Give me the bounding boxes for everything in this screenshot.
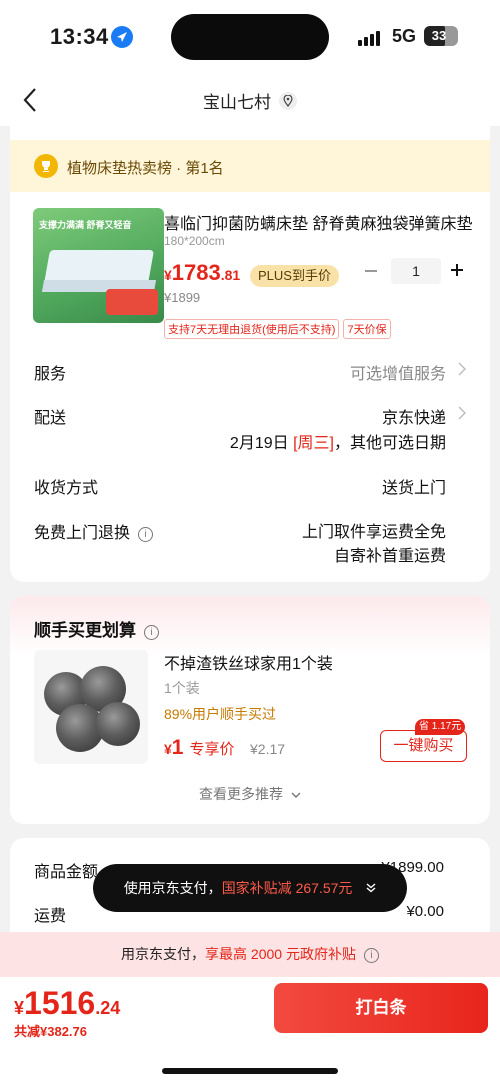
addon-original-price: ¥2.17: [250, 741, 286, 757]
info-icon[interactable]: i: [144, 625, 159, 640]
free-return-label: 免费上门退换 i: [34, 519, 154, 543]
total-price: ¥1516.24: [14, 985, 121, 1021]
original-price: ¥1899: [164, 290, 201, 305]
checkout-bar: ¥1516.24 共减¥382.76 打白条: [0, 977, 500, 1084]
addon-title: 顺手买更划算 i: [34, 616, 159, 641]
home-indicator[interactable]: [162, 1068, 338, 1074]
addon-card: 顺手买更划算 i 不掉渣铁丝球家用1个装 1个装 89%用户顺手买过 ¥1 专享价 …: [10, 596, 490, 824]
product-image[interactable]: 支撑力满满 舒脊又轻音: [33, 208, 164, 323]
pay-button[interactable]: 打白条: [274, 983, 488, 1033]
status-time: 13:34: [50, 24, 109, 49]
location-arrow-icon: [111, 26, 133, 48]
chevron-down-icon: [291, 792, 301, 798]
service-tags: 支持7天无理由退货(使用后不支持) 7天价保: [164, 319, 391, 339]
total-discount[interactable]: 共减¥382.76: [14, 1021, 87, 1040]
quantity-minus-button[interactable]: [364, 258, 384, 284]
chevron-double-down-icon: [366, 866, 376, 914]
delivery-date[interactable]: 2月19日 [周三]，其他可选日期: [230, 429, 446, 453]
more-recommendations-link[interactable]: 查看更多推荐: [10, 784, 490, 804]
product-image-headline: 支撑力满满 舒脊又轻音: [39, 220, 132, 230]
battery-level: 33: [431, 28, 447, 43]
price-protect-tag: 7天价保: [343, 319, 391, 339]
shipping-label: 运费: [34, 908, 67, 925]
battery-icon: 33: [424, 26, 458, 46]
subsidy-banner[interactable]: 用京东支付，享最高 2000 元政府补贴 i: [0, 932, 500, 977]
chevron-right-icon[interactable]: [458, 362, 466, 379]
quantity-plus-button[interactable]: [450, 256, 470, 284]
addon-item-image[interactable]: [34, 650, 148, 764]
service-value[interactable]: 可选增值服务: [350, 360, 446, 384]
network-label: 5G: [392, 26, 417, 46]
info-icon[interactable]: i: [138, 527, 154, 542]
addon-item-price: ¥1 专享价: [164, 736, 235, 759]
location-pin-icon[interactable]: [279, 91, 297, 110]
quantity-input[interactable]: 1: [391, 258, 441, 284]
shipping-value: ¥0.00: [406, 903, 444, 920]
info-icon[interactable]: i: [363, 948, 379, 963]
delivery-label: 配送: [34, 410, 67, 427]
address-title[interactable]: 宝山七村: [203, 88, 271, 113]
status-bar: 13:34 5G 33: [0, 0, 500, 76]
receive-method-value: 送货上门: [381, 480, 446, 497]
product-spec: 180*200cm: [164, 234, 225, 248]
delivery-value[interactable]: 京东快递: [382, 404, 446, 428]
free-return-line1: 上门取件享运费全免: [301, 524, 446, 541]
rank-banner[interactable]: 植物床垫热卖榜 · 第1名: [10, 140, 490, 192]
trophy-icon: [34, 154, 58, 178]
receive-method-label: 收货方式: [34, 480, 99, 497]
addon-item-spec: 1个装: [164, 680, 200, 696]
addon-item-stat: 89%用户顺手买过: [164, 706, 277, 722]
addon-item-title[interactable]: 不掉渣铁丝球家用1个装: [164, 650, 333, 674]
free-return-line2: 自寄补首重运费: [333, 548, 446, 565]
chevron-right-icon[interactable]: [458, 406, 466, 423]
dynamic-island: [171, 14, 329, 60]
subsidy-toast[interactable]: 使用京东支付，国家补贴减 267.57元: [93, 864, 407, 912]
product-price: ¥1783.81: [164, 260, 241, 285]
service-label: 服务: [34, 366, 67, 383]
goods-amount-label: 商品金额: [34, 864, 99, 881]
one-click-buy-button[interactable]: 一键购买: [380, 730, 467, 762]
product-title[interactable]: 喜临门抑菌防螨床垫 舒脊黄麻独袋弹簧床垫: [164, 210, 474, 234]
plus-price-tag: PLUS到手价: [250, 265, 339, 287]
rank-text: 植物床垫热卖榜 · 第1名: [67, 160, 224, 177]
product-card: 植物床垫热卖榜 · 第1名 支撑力满满 舒脊又轻音 喜临门抑菌防螨床垫 舒脊黄麻…: [10, 126, 490, 582]
signal-icon: [358, 28, 382, 46]
nav-bar: 宝山七村: [0, 76, 500, 126]
return-policy-tag: 支持7天无理由退货(使用后不支持): [164, 319, 340, 339]
